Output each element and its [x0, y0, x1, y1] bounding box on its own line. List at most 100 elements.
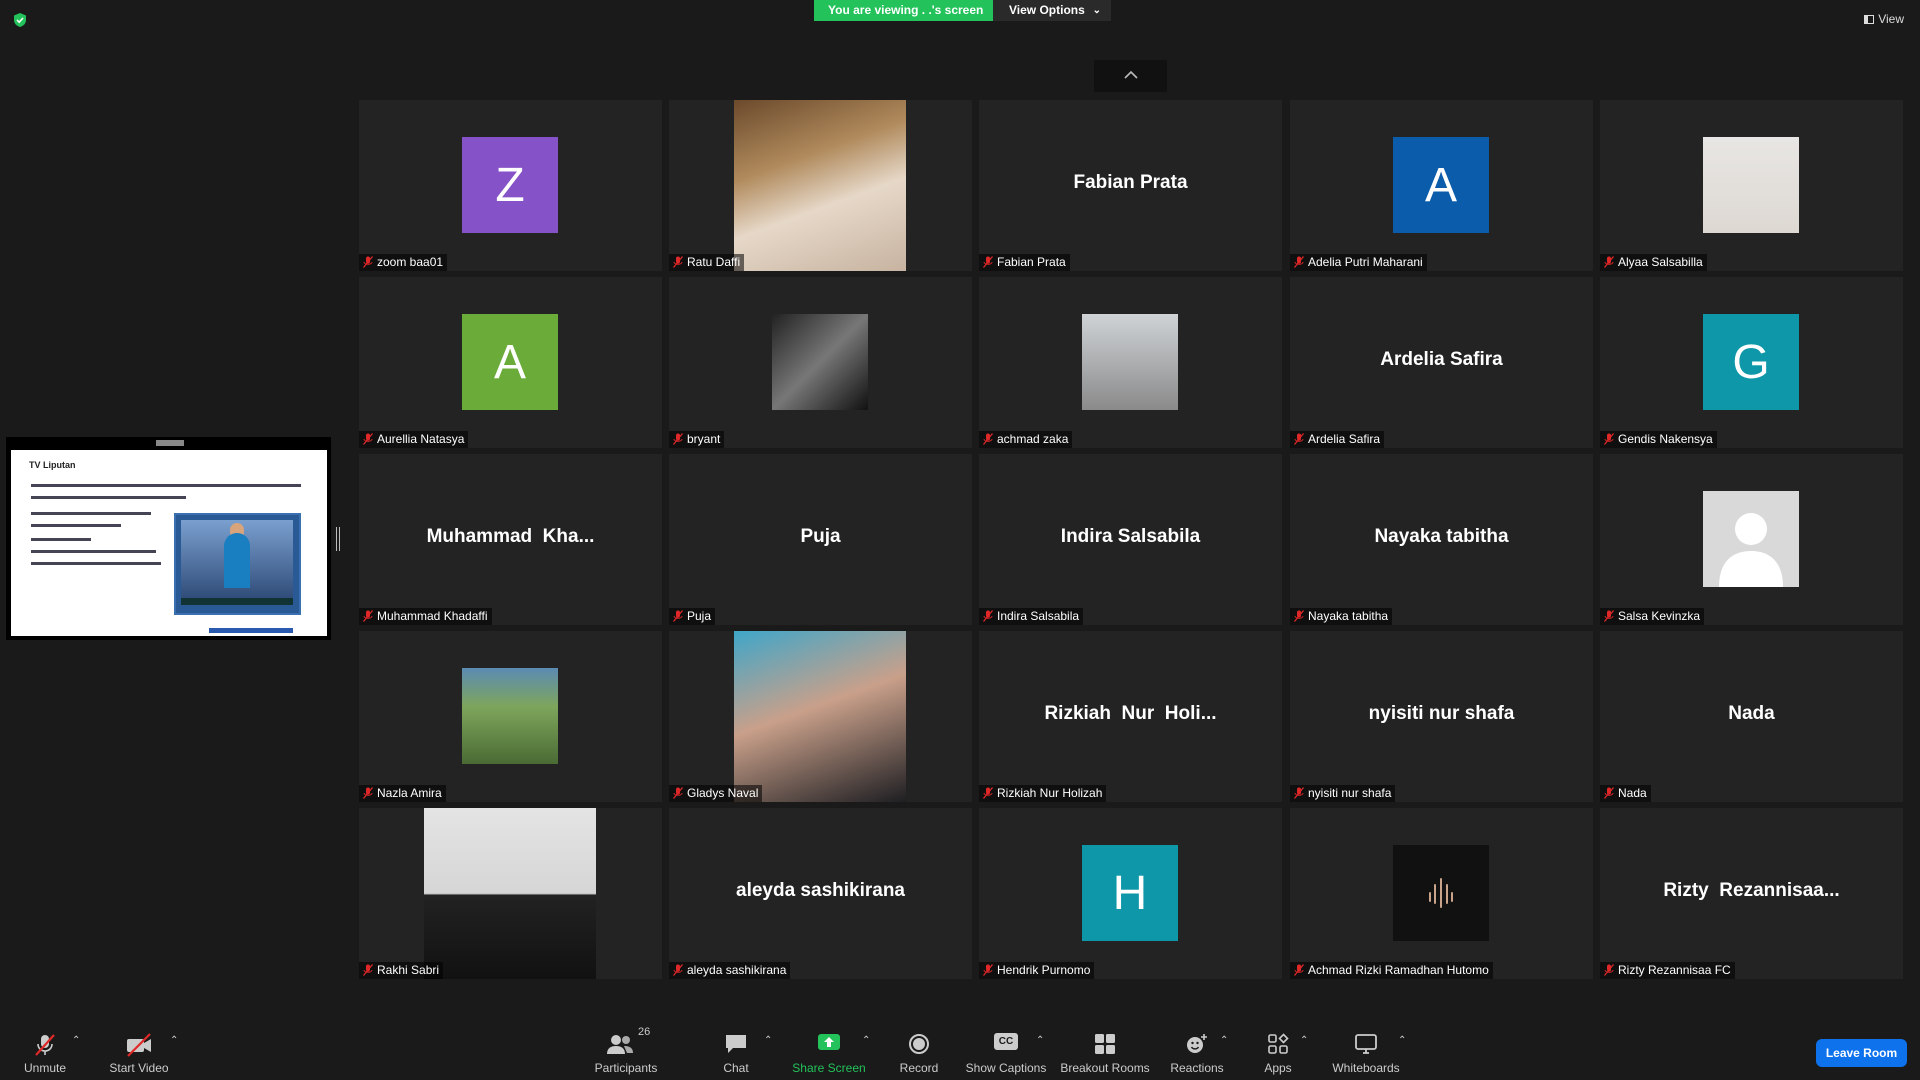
participant-tile[interactable]: Alyaa Salsabilla: [1600, 100, 1903, 271]
profile-photo: [462, 668, 558, 764]
participant-name-label: Indira Salsabila: [979, 608, 1084, 625]
start-video-button[interactable]: Start Video: [104, 1020, 174, 1080]
participant-tile[interactable]: achmad zaka: [979, 277, 1282, 448]
participant-tile[interactable]: Rakhi Sabri: [359, 808, 662, 979]
share-screen-button[interactable]: Share Screen: [792, 1020, 866, 1080]
participant-name-label: achmad zaka: [979, 431, 1073, 448]
participant-tile[interactable]: Nazla Amira: [359, 631, 662, 802]
participant-tile[interactable]: Fabian Prata Fabian Prata: [979, 100, 1282, 271]
participant-name: Alyaa Salsabilla: [1618, 255, 1703, 269]
participant-name: aleyda sashikirana: [687, 963, 787, 977]
reactions-options-caret[interactable]: ⌃: [1220, 1020, 1232, 1080]
captions-options-caret[interactable]: ⌃: [1036, 1020, 1048, 1080]
participant-name: Rakhi Sabri: [377, 963, 440, 977]
participant-tile[interactable]: Indira Salsabila Indira Salsabila: [979, 454, 1282, 625]
participant-tile[interactable]: H Hendrik Purnomo: [979, 808, 1282, 979]
panel-resize-handle[interactable]: [336, 527, 340, 551]
participant-name: Hendrik Purnomo: [997, 963, 1091, 977]
chat-button[interactable]: Chat: [716, 1020, 756, 1080]
avatar: A: [462, 314, 558, 410]
apps-icon: [1268, 1033, 1289, 1054]
reactions-button[interactable]: Reactions: [1170, 1020, 1224, 1080]
chat-options-caret[interactable]: ⌃: [764, 1020, 776, 1080]
view-options-button[interactable]: View Options ⌄: [993, 0, 1111, 21]
participant-tile[interactable]: Nada Nada: [1600, 631, 1903, 802]
slide-text-line: [31, 512, 151, 515]
apps-options-caret[interactable]: ⌃: [1300, 1020, 1312, 1080]
muted-mic-icon: [1294, 256, 1304, 268]
shared-screen-panel[interactable]: TV Liputan: [6, 437, 331, 640]
muted-mic-icon: [1604, 787, 1614, 799]
gallery-view-icon: [1864, 15, 1875, 24]
participant-tile[interactable]: Ardelia Safira Ardelia Safira: [1290, 277, 1593, 448]
profile-photo: [1703, 137, 1799, 233]
apps-button[interactable]: Apps: [1258, 1020, 1298, 1080]
security-shield-icon[interactable]: [12, 12, 28, 28]
participant-tile[interactable]: Zzoom baa01: [359, 100, 662, 271]
participant-name-label: nyisiti nur shafa: [1290, 785, 1396, 802]
participant-name: Puja: [687, 609, 712, 623]
participant-tile[interactable]: Rizty Rezannisaa... Rizty Rezannisaa FC: [1600, 808, 1903, 979]
whiteboards-options-caret[interactable]: ⌃: [1398, 1020, 1410, 1080]
participant-tile[interactable]: Puja Puja: [669, 454, 972, 625]
share-screen-icon: [818, 1034, 840, 1050]
participant-tile[interactable]: Nayaka tabitha Nayaka tabitha: [1290, 454, 1593, 625]
video-options-caret[interactable]: ⌃: [170, 1020, 182, 1080]
muted-mic-icon: [1604, 964, 1614, 976]
participant-name: Ratu Daffi: [687, 255, 741, 269]
participant-tile[interactable]: Muhammad Kha... Muhammad Khadaffi: [359, 454, 662, 625]
audio-options-caret[interactable]: ⌃: [72, 1020, 84, 1080]
participant-name-label: zoom baa01: [359, 254, 448, 271]
shared-screen-zoom-label: [156, 440, 184, 446]
muted-mic-icon: [983, 610, 993, 622]
participant-display-name: Muhammad Kha...: [426, 526, 595, 547]
start-video-label: Start Video: [109, 1061, 169, 1075]
view-button[interactable]: View: [1864, 12, 1904, 26]
slide-text-line: [31, 562, 161, 565]
collapse-video-button[interactable]: [1094, 60, 1167, 92]
participant-tile[interactable]: Salsa Kevinzka: [1600, 454, 1903, 625]
participant-tile[interactable]: nyisiti nur shafa nyisiti nur shafa: [1290, 631, 1593, 802]
logo-avatar: [1393, 845, 1489, 941]
participant-name: Gendis Nakensya: [1618, 432, 1713, 446]
participant-name: Aurellia Natasya: [377, 432, 465, 446]
video-off-icon: [127, 1033, 151, 1057]
whiteboards-button[interactable]: Whiteboards: [1328, 1020, 1404, 1080]
participant-name: Muhammad Khadaffi: [377, 609, 488, 623]
share-options-caret[interactable]: ⌃: [862, 1020, 874, 1080]
participant-tile[interactable]: Gladys Naval: [669, 631, 972, 802]
muted-mic-icon: [363, 433, 373, 445]
leave-room-button[interactable]: Leave Room: [1816, 1039, 1907, 1067]
muted-mic-icon: [1294, 433, 1304, 445]
shared-slide: TV Liputan: [11, 450, 327, 636]
record-icon: [909, 1034, 929, 1054]
slide-text-line: [31, 496, 186, 499]
avatar: Z: [462, 137, 558, 233]
participant-name-label: Adelia Putri Maharani: [1290, 254, 1427, 271]
participant-tile[interactable]: aleyda sashikirana aleyda sashikirana: [669, 808, 972, 979]
participant-name: zoom baa01: [377, 255, 444, 269]
participant-tile[interactable]: Achmad Rizki Ramadhan Hutomo: [1290, 808, 1593, 979]
participant-name-label: Fabian Prata: [979, 254, 1070, 271]
slide-news-image: [174, 513, 301, 615]
profile-photo: [734, 631, 906, 802]
participant-name-label: Nada: [1600, 785, 1651, 802]
chevron-up-icon: ⌃: [1300, 1035, 1309, 1046]
participants-button[interactable]: 26 Participants: [590, 1020, 662, 1080]
participant-name: Salsa Kevinzka: [1618, 609, 1701, 623]
participant-tile[interactable]: Ratu Daffi: [669, 100, 972, 271]
breakout-rooms-icon: [1095, 1034, 1115, 1054]
record-button[interactable]: Record: [896, 1020, 942, 1080]
breakout-rooms-button[interactable]: Breakout Rooms: [1060, 1020, 1150, 1080]
muted-mic-icon: [1604, 433, 1614, 445]
slide-text-line: [31, 484, 301, 487]
muted-mic-icon: [673, 433, 683, 445]
unmute-button[interactable]: Unmute: [12, 1020, 78, 1080]
participant-name-label: Gladys Naval: [669, 785, 763, 802]
profile-photo: [772, 314, 868, 410]
participant-tile[interactable]: A Adelia Putri Maharani: [1290, 100, 1593, 271]
participant-tile[interactable]: A Aurellia Natasya: [359, 277, 662, 448]
participant-tile[interactable]: Rizkiah Nur Holi... Rizkiah Nur Holizah: [979, 631, 1282, 802]
participant-tile[interactable]: G Gendis Nakensya: [1600, 277, 1903, 448]
participant-tile[interactable]: bryant: [669, 277, 972, 448]
